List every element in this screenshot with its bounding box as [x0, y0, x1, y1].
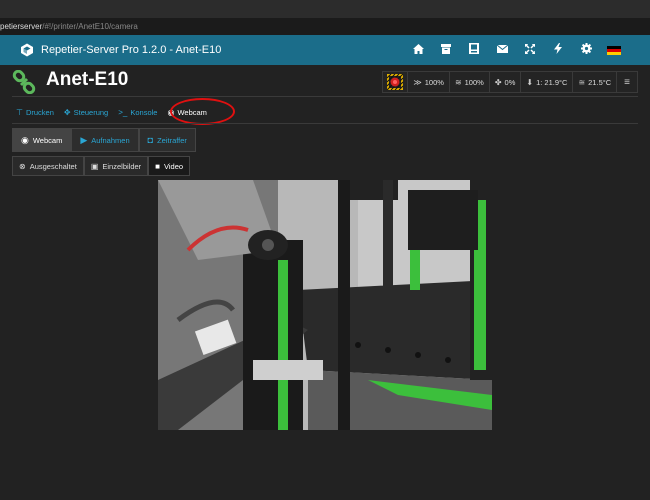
home-icon[interactable]	[404, 43, 432, 57]
subtab-webcam[interactable]: ◉ Webcam	[12, 128, 72, 152]
envelope-icon[interactable]	[488, 44, 516, 56]
divider	[12, 96, 638, 97]
url-host: petierserver	[0, 22, 43, 31]
speed-icon: ≫	[413, 77, 422, 87]
printer-name: Anet-E10	[46, 69, 129, 90]
print-icon: ⊤	[16, 107, 23, 117]
tab-steuerung[interactable]: ✥ Steuerung	[64, 108, 108, 117]
mode-einzelbilder[interactable]: ▣ Einzelbilder	[83, 156, 149, 176]
top-navbar: Repetier-Server Pro 1.2.0 - Anet-E10	[0, 35, 650, 65]
speed-status[interactable]: ≫ 100%	[407, 72, 449, 92]
browser-toolbar	[0, 0, 650, 18]
subtab-zeitraffer[interactable]: ◘ Zeitraffer	[138, 128, 196, 152]
terminal-icon: >_	[118, 107, 128, 117]
gear-icon[interactable]	[572, 43, 600, 57]
flow-status[interactable]: ≋ 100%	[448, 72, 489, 92]
webcam-subtabs: ◉ Webcam ▶ Aufnahmen ◘ Zeitraffer	[12, 128, 196, 152]
film-icon[interactable]	[460, 43, 488, 57]
box-icon[interactable]	[432, 43, 460, 57]
video-icon: ■	[155, 161, 161, 171]
expand-icon[interactable]	[516, 42, 544, 57]
camera-icon: ◘	[147, 135, 154, 145]
printer-header: Anet-E10 ≫ 100% ≋ 100% ✤ 0% ⬇ 1: 21.9°C ≊ 21.…	[0, 66, 650, 96]
mode-ausgeschaltet[interactable]: ⊗ Ausgeschaltet	[12, 156, 84, 176]
mode-video[interactable]: ■ Video	[148, 156, 191, 176]
move-icon: ✥	[63, 107, 71, 117]
app-title: Repetier-Server Pro 1.2.0 - Anet-E10	[41, 44, 222, 56]
hamburger-icon: ≡	[624, 76, 630, 88]
tab-drucken[interactable]: ⊤ Drucken	[16, 108, 54, 117]
highlight-annotation	[170, 98, 235, 125]
heated-bed-icon: ≊	[578, 77, 586, 87]
bed-temp-status[interactable]: ≊ 21.5°C	[572, 72, 616, 92]
webcam-icon: ◉	[21, 134, 29, 145]
image-icon: ▣	[90, 161, 99, 171]
fan-status[interactable]: ✤ 0%	[488, 72, 521, 92]
menu-button[interactable]: ≡	[616, 72, 637, 92]
extruder-temp-status[interactable]: ⬇ 1: 21.9°C	[520, 72, 572, 92]
play-icon: ▶	[80, 134, 88, 145]
printer-connected-icon[interactable]	[12, 70, 36, 94]
flow-icon: ≋	[454, 77, 462, 87]
brand[interactable]: Repetier-Server Pro 1.2.0 - Anet-E10	[20, 43, 221, 57]
printer-status-bar: ≫ 100% ≋ 100% ✤ 0% ⬇ 1: 21.9°C ≊ 21.5°C ≡	[382, 71, 638, 93]
tab-konsole[interactable]: >_ Konsole	[118, 108, 157, 117]
fan-icon: ✤	[494, 77, 502, 87]
url-path: /#!/printer/AnetE10/camera	[42, 22, 138, 31]
webcam-mode-selector: ⊗ Ausgeschaltet ▣ Einzelbilder ■ Video	[12, 156, 191, 176]
divider	[12, 123, 638, 124]
emergency-stop[interactable]	[383, 72, 407, 92]
webcam-stream	[158, 180, 492, 430]
repetier-logo-icon	[21, 43, 33, 57]
extruder-icon: ⬇	[526, 77, 534, 87]
bolt-icon[interactable]	[544, 43, 572, 57]
subtab-aufnahmen[interactable]: ▶ Aufnahmen	[71, 128, 139, 152]
emergency-stop-icon	[387, 74, 404, 90]
flag-de-icon[interactable]	[600, 44, 628, 56]
close-circle-icon: ⊗	[19, 161, 26, 171]
